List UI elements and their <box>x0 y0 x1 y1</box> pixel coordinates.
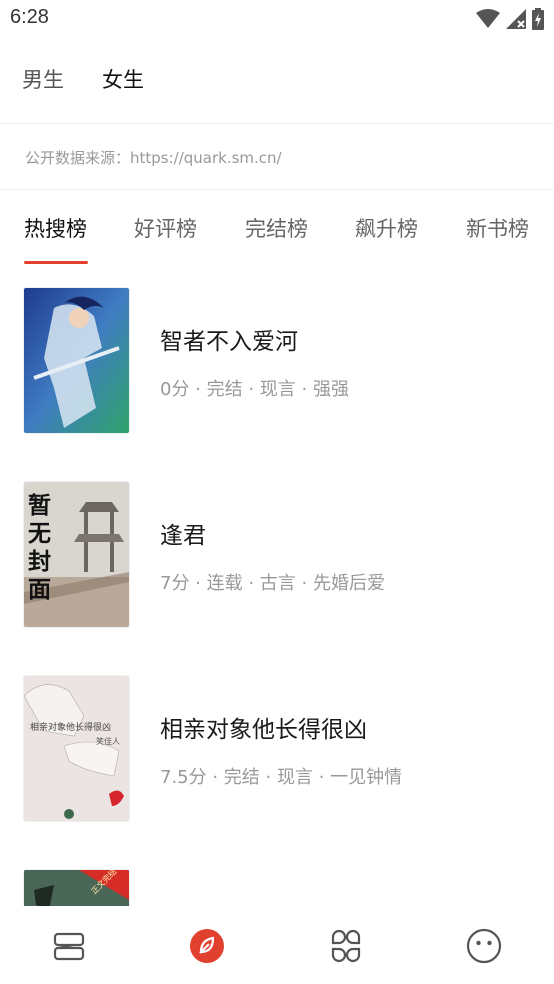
status-time: 6:28 <box>10 6 49 28</box>
status-bar: 6:28 <box>0 0 554 40</box>
book-title: 相亲对象他长得很凶 <box>160 717 367 743</box>
tab-new-books[interactable]: 新书榜 <box>466 213 529 243</box>
cell-signal-icon <box>506 9 526 29</box>
book-item[interactable]: 正文完结 <box>0 852 554 906</box>
book-meta: 7.5分 · 完结 · 现言 · 一见钟情 <box>160 767 403 788</box>
tab-completed[interactable]: 完结榜 <box>245 213 308 243</box>
gender-tabs: 男生 女生 <box>22 64 144 94</box>
book-title: 逢君 <box>160 523 206 549</box>
book-cover: 正文完结 <box>24 870 129 906</box>
category-icon <box>331 929 361 963</box>
book-cover: 暂无封面 <box>24 482 129 627</box>
battery-icon <box>532 8 544 30</box>
tab-rising[interactable]: 飙升榜 <box>355 213 418 243</box>
bottom-nav <box>0 906 554 984</box>
book-item[interactable]: 相亲对象他长得很凶 笑佳人 相亲对象他长得很凶 7.5分 · 完结 · 现言 ·… <box>0 658 554 821</box>
profile-icon <box>466 928 502 964</box>
book-meta: 0分 · 完结 · 现言 · 强强 <box>160 379 349 400</box>
book-item[interactable]: 智者不入爱河 0分 · 完结 · 现言 · 强强 <box>0 270 554 433</box>
rank-tabs: 热搜榜 好评榜 完结榜 飙升榜 新书榜 <box>24 213 554 265</box>
cover-text: 暂无封面 <box>28 493 51 603</box>
nav-discover-button[interactable] <box>187 926 227 966</box>
book-cover: 相亲对象他长得很凶 笑佳人 <box>24 676 129 821</box>
nav-bookshelf-button[interactable] <box>49 926 89 966</box>
source-note: 公开数据来源：https://quark.sm.cn/ <box>25 149 282 167</box>
book-cover <box>24 288 129 433</box>
cover-author: 笑佳人 <box>96 737 120 746</box>
divider <box>0 189 554 190</box>
bookshelf-icon <box>53 932 85 961</box>
active-tab-indicator <box>24 261 88 264</box>
book-meta: 7分 · 连载 · 古言 · 先婚后爱 <box>160 573 385 594</box>
tab-hot-search[interactable]: 热搜榜 <box>24 213 87 243</box>
tab-male[interactable]: 男生 <box>22 64 64 94</box>
tab-female[interactable]: 女生 <box>102 64 144 94</box>
nav-profile-button[interactable] <box>464 926 504 966</box>
discover-icon <box>190 929 224 963</box>
cover-text: 相亲对象他长得很凶 <box>30 723 112 733</box>
book-list: 智者不入爱河 0分 · 完结 · 现言 · 强强 暂无封面 逢君 7分 · 连载… <box>0 270 554 906</box>
book-title: 智者不入爱河 <box>160 329 298 355</box>
nav-category-button[interactable] <box>326 926 366 966</box>
divider <box>0 123 554 124</box>
book-item[interactable]: 暂无封面 逢君 7分 · 连载 · 古言 · 先婚后爱 <box>0 464 554 627</box>
tab-top-rated[interactable]: 好评榜 <box>134 213 197 243</box>
wifi-icon <box>476 9 500 28</box>
